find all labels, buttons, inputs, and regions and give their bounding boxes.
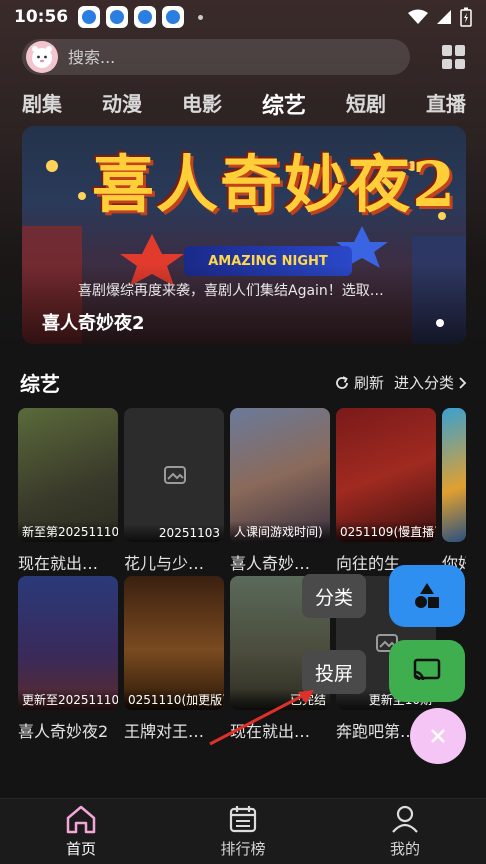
banner-name: 喜人奇妙夜2 bbox=[42, 313, 145, 334]
battery-icon bbox=[460, 7, 472, 27]
banner-art-title: 喜人奇妙夜2 bbox=[92, 148, 458, 221]
category-fab-label[interactable]: 分类 bbox=[302, 574, 366, 618]
episode-badge: 新至第20251110 bbox=[18, 521, 118, 542]
list-item[interactable]: 0251109(慢直播) 向往的生… bbox=[336, 408, 436, 574]
enter-category-link[interactable]: 进入分类 bbox=[394, 372, 468, 393]
poster-image: 更新至20251110 bbox=[18, 576, 118, 710]
refresh-icon bbox=[336, 375, 348, 389]
show-title: 现在就出… bbox=[18, 554, 99, 573]
calendar-icon bbox=[229, 806, 257, 833]
tab-anime[interactable]: 动漫 bbox=[102, 88, 142, 120]
poster-image: 20251103 bbox=[124, 408, 224, 542]
tab-variety[interactable]: 综艺 bbox=[262, 88, 306, 120]
nav-profile-label: 我的 bbox=[389, 840, 420, 858]
refresh-button[interactable]: 刷新 bbox=[334, 372, 384, 393]
episode-badge: 0251109(慢直播) bbox=[336, 521, 436, 542]
variety-row-1: 新至第20251110 现在就出… 20251103 花儿与少… 人课间游戏时间… bbox=[18, 408, 466, 574]
app-notification-icon bbox=[134, 6, 157, 28]
pagination-dot bbox=[436, 319, 444, 327]
enter-category-label: 进入分类 bbox=[393, 374, 454, 392]
signal-icon bbox=[437, 10, 451, 24]
nav-ranking-label: 排行榜 bbox=[220, 840, 266, 858]
category-tabs: 剧集 动漫 电影 综艺 短剧 直播 bbox=[22, 88, 466, 120]
search-bar[interactable] bbox=[22, 39, 410, 75]
tab-short-drama[interactable]: 短剧 bbox=[346, 88, 386, 120]
poster-image bbox=[442, 408, 466, 542]
banner-pagination bbox=[436, 319, 444, 327]
list-item[interactable]: 20251103 花儿与少… bbox=[124, 408, 224, 574]
cast-fab-button[interactable] bbox=[389, 640, 465, 702]
section-header: 综艺 刷新 进入分类 bbox=[20, 368, 468, 397]
bottom-navigation: 首页 排行榜 我的 bbox=[0, 798, 486, 864]
refresh-label: 刷新 bbox=[353, 374, 384, 392]
close-fab-button[interactable] bbox=[410, 708, 466, 764]
wifi-icon bbox=[408, 9, 428, 24]
nav-home[interactable]: 首页 bbox=[0, 799, 162, 864]
mascot-icon bbox=[32, 46, 52, 68]
list-item[interactable]: 人课间游戏时间) 喜人奇妙… bbox=[230, 408, 330, 574]
close-icon bbox=[431, 729, 445, 743]
list-item[interactable]: 更新至20251110 喜人奇妙夜2 bbox=[18, 576, 118, 742]
episode-badge: 20251103 bbox=[124, 524, 224, 542]
show-title: 花儿与少… bbox=[124, 554, 205, 573]
notification-icons bbox=[78, 6, 204, 28]
episode-badge: 人课间游戏时间) bbox=[230, 521, 330, 542]
shapes-icon bbox=[415, 583, 439, 608]
avatar[interactable] bbox=[26, 41, 58, 73]
show-title: 喜人奇妙… bbox=[230, 554, 311, 573]
image-placeholder-icon bbox=[164, 466, 186, 484]
list-item[interactable]: 新至第20251110 现在就出… bbox=[18, 408, 118, 574]
chevron-right-icon bbox=[459, 376, 467, 389]
annotation-arrow-icon bbox=[209, 690, 314, 746]
episode-badge: 更新至20251110 bbox=[18, 689, 118, 710]
section-title: 综艺 bbox=[20, 372, 60, 396]
nav-home-label: 首页 bbox=[65, 840, 96, 858]
app-notification-icon bbox=[106, 6, 129, 28]
list-item[interactable]: 你好 bbox=[442, 408, 466, 574]
search-row bbox=[22, 38, 466, 76]
search-input[interactable] bbox=[68, 47, 368, 67]
home-icon bbox=[66, 805, 96, 834]
poster-image: 人课间游戏时间) bbox=[230, 408, 330, 542]
poster-image: 0251109(慢直播) bbox=[336, 408, 436, 542]
featured-banner[interactable]: 喜人奇妙夜2 AMAZING NIGHT 喜剧爆综再度来袭，喜剧人们集结Agai… bbox=[22, 126, 466, 344]
category-fab-button[interactable] bbox=[389, 565, 465, 627]
user-icon bbox=[392, 805, 418, 833]
tab-series[interactable]: 剧集 bbox=[22, 88, 62, 120]
show-title: 喜人奇妙夜2 bbox=[18, 722, 109, 741]
more-notifications-icon bbox=[198, 14, 204, 20]
app-notification-icon bbox=[78, 6, 101, 28]
apps-grid-icon[interactable] bbox=[442, 45, 466, 69]
status-bar: 10:56 bbox=[0, 0, 486, 34]
tab-movies[interactable]: 电影 bbox=[182, 88, 222, 120]
app-notification-icon bbox=[162, 6, 185, 28]
cast-icon bbox=[413, 658, 441, 681]
tab-live[interactable]: 直播 bbox=[426, 88, 466, 120]
status-time: 10:56 bbox=[14, 7, 69, 27]
nav-profile[interactable]: 我的 bbox=[324, 799, 486, 864]
poster-image: 新至第20251110 bbox=[18, 408, 118, 542]
banner-description: 喜剧爆综再度来袭，喜剧人们集结Again！选取… bbox=[78, 283, 384, 299]
nav-ranking[interactable]: 排行榜 bbox=[162, 799, 324, 864]
